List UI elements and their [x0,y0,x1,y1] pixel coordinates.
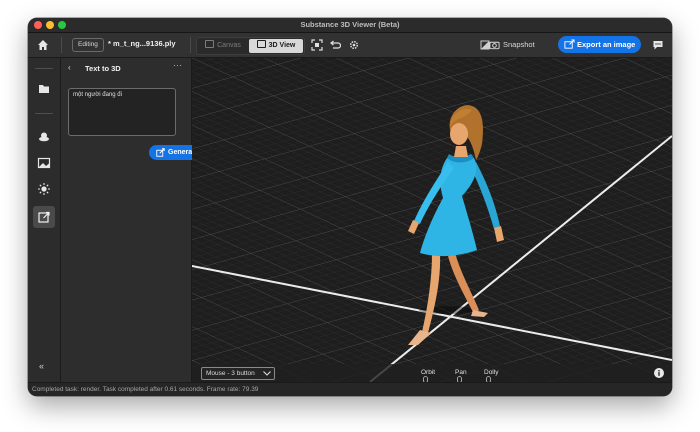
viewport-navigation-bar: Mouse - 3 button Orbit Pan Dolly [192,364,672,382]
info-glyph-icon [658,370,660,376]
title-bar: Substance 3D Viewer (Beta) [28,18,672,33]
camera-icon[interactable] [489,39,500,51]
folder-icon[interactable] [37,82,51,96]
pan-label: Pan [455,369,467,376]
more-options-icon[interactable]: ··· [173,61,183,70]
reset-icon[interactable] [329,39,341,51]
cube-icon[interactable] [37,130,51,144]
frame-icon[interactable] [311,39,323,51]
toolbar: Editing * m_t_ng...9136.ply Canvas 3D Vi… [28,33,672,58]
snapshot-label: Snapshot [503,40,535,49]
generate-icon [156,148,165,157]
back-chevron-icon[interactable]: ‹ [68,63,71,72]
image-icon[interactable] [37,156,51,170]
settings-icon[interactable] [348,39,360,51]
dolly-label: Dolly [484,369,499,376]
left-toolbar: « [28,58,61,382]
rail-divider [35,68,53,69]
mouse-mode-select[interactable]: Mouse - 3 button [201,367,275,380]
window-title: Substance 3D Viewer (Beta) [300,20,400,29]
status-bar: Completed task: render. Task completed a… [28,382,672,396]
status-message: Completed task: render. Task completed a… [32,386,259,393]
tab-3d-view-label: 3D View [268,42,296,49]
orbit-label: Orbit [421,369,436,376]
tab-canvas[interactable]: Canvas [198,39,248,53]
panel-title: Text to 3D [85,64,121,73]
collapse-sidebar-button[interactable]: « [39,361,44,371]
mouse-mode-value: Mouse - 3 button [206,370,255,377]
editing-badge: Editing [72,38,104,52]
export-image-label: Export an image [577,40,636,49]
view3d-tab-icon [256,40,266,48]
document-filename: * m_t_ng...9136.ply [108,39,176,48]
view-switcher: Canvas 3D View [196,37,305,55]
pan-hint: Pan [455,369,467,382]
chevron-down-icon [263,371,271,376]
tab-canvas-label: Canvas [217,42,241,49]
export-image-button[interactable]: Export an image [558,36,641,53]
rail-divider [35,113,53,114]
sun-icon[interactable] [37,182,51,196]
orbit-hint: Orbit [421,369,435,382]
text-to-3d-panel: ‹ Text to 3D ··· một người đang đi Gener… [61,58,208,382]
snapshot-button[interactable]: Snapshot [503,40,535,49]
toolbar-divider [190,37,191,53]
info-icon[interactable] [654,368,664,378]
viewport-3d[interactable]: Mouse - 3 button Orbit Pan Dolly [192,58,672,382]
prompt-input[interactable]: một người đang đi [68,88,176,136]
home-icon[interactable] [37,39,49,51]
dolly-hint: Dolly [484,369,498,382]
export-icon [564,39,575,49]
text-to-3d-icon[interactable] [37,210,51,224]
scene-canvas [192,58,672,382]
toolbar-divider [61,37,62,53]
grid-coarse [192,58,672,382]
tab-3d-view[interactable]: 3D View [249,39,303,53]
comment-icon[interactable] [652,39,664,51]
canvas-tab-icon [205,40,215,48]
app-window: Substance 3D Viewer (Beta) Editing * m_t… [28,18,672,396]
